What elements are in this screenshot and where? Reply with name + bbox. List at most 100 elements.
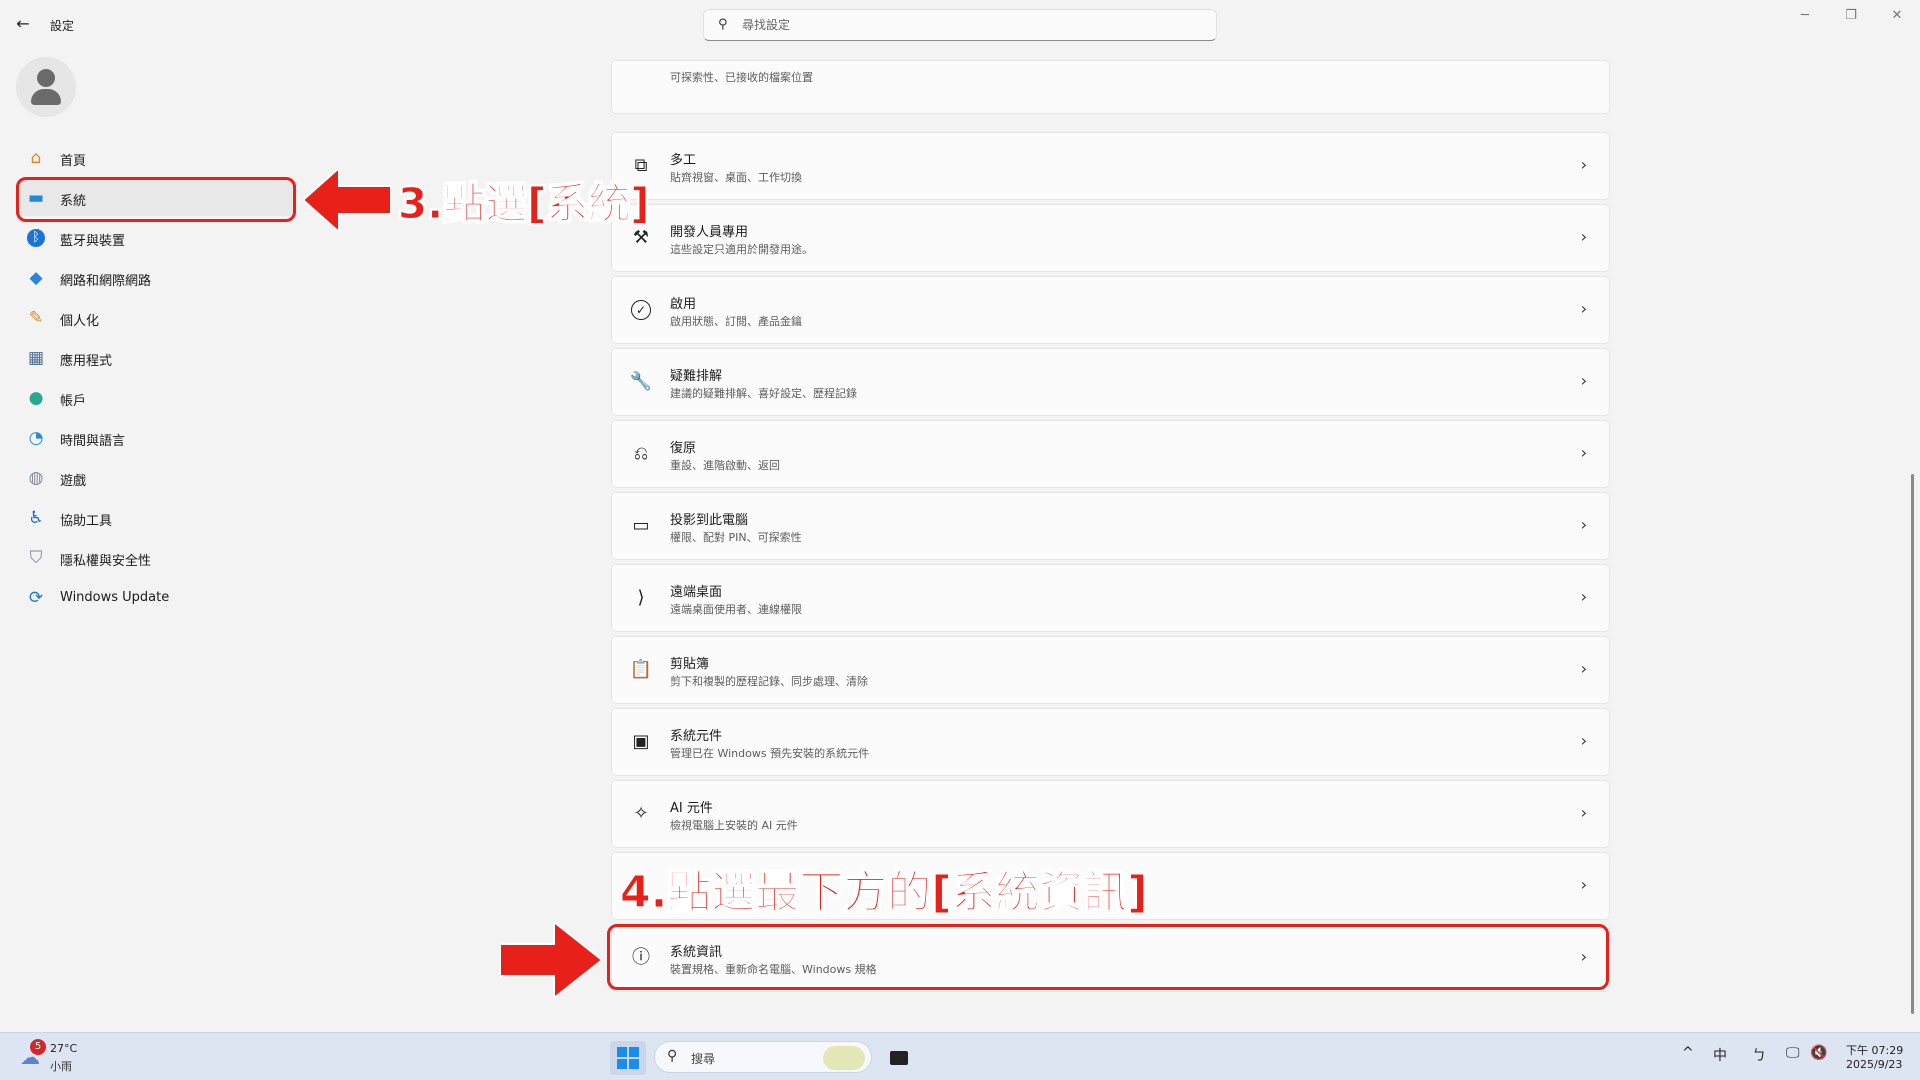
- sidebar-item-privacy[interactable]: ⛉ 隱私權與安全性: [16, 540, 296, 576]
- highlight-about-card: [607, 924, 1609, 990]
- windows-logo-icon: [617, 1047, 627, 1057]
- account-icon: ●: [28, 388, 44, 408]
- sidebar-item-label: 首頁: [60, 154, 87, 169]
- card-subtitle: 這些設定只適用於開發用途。: [670, 243, 813, 256]
- chevron-right-icon: ›: [1580, 731, 1587, 750]
- ime-indicator[interactable]: 中: [1713, 1045, 1727, 1065]
- card-title: 復原: [670, 441, 697, 456]
- projection-icon: ▭: [632, 515, 650, 536]
- sidebar-item-label: 藍牙與裝置: [60, 234, 126, 249]
- taskbar-search-label: 搜尋: [691, 1052, 716, 1066]
- sidebar-item-windows-update[interactable]: ⟳ Windows Update: [16, 580, 296, 616]
- windows-logo-icon: [629, 1047, 639, 1057]
- card-subtitle: 可探索性、已接收的檔案位置: [670, 71, 813, 84]
- restore-button[interactable]: ❐: [1828, 0, 1874, 32]
- clock-time[interactable]: 下午 07:29: [1846, 1042, 1903, 1058]
- sidebar-item-accessibility[interactable]: ♿ 協助工具: [16, 500, 296, 536]
- chevron-right-icon: ›: [1580, 299, 1587, 318]
- speaker-muted-icon[interactable]: 🔇: [1810, 1045, 1827, 1061]
- remote-desktop-icon: ⟩: [637, 587, 645, 608]
- card-subtitle: 管理已在 Windows 預先安裝的系統元件: [670, 747, 870, 760]
- card-title: 啟用: [670, 297, 697, 312]
- settings-search-input[interactable]: [742, 15, 1202, 35]
- components-icon: ▣: [632, 731, 650, 752]
- sidebar-item-label: 網路和網際網路: [60, 274, 152, 289]
- card-subtitle: 剪下和複製的歷程記錄、同步處理、清除: [670, 675, 868, 688]
- card-subtitle: 啟用狀態、訂閱、產品金鑰: [670, 315, 802, 328]
- settings-card-remote-desktop[interactable]: ⟩ 遠端桌面 遠端桌面使用者、連線權限 ›: [611, 564, 1610, 632]
- sidebar-item-label: 帳戶: [60, 394, 87, 409]
- back-arrow-icon[interactable]: ←: [12, 14, 34, 34]
- card-title: 投影到此電腦: [670, 513, 749, 528]
- card-title: 遠端桌面: [670, 585, 723, 600]
- chevron-right-icon: ›: [1580, 371, 1587, 390]
- sidebar-item-personalization[interactable]: ✎ 個人化: [16, 300, 296, 336]
- card-subtitle: 檢視電腦上安裝的 AI 元件: [670, 819, 798, 832]
- windows-logo-icon: [617, 1059, 627, 1069]
- card-title: 剪貼簿: [670, 657, 710, 672]
- windows-logo-icon: [629, 1059, 639, 1069]
- settings-card-recovery[interactable]: ⎌ 復原 重設、進階啟動、返回 ›: [611, 420, 1610, 488]
- card-title: 開發人員專用: [670, 225, 749, 240]
- sidebar-item-label: 遊戲: [60, 474, 87, 489]
- vertical-scrollbar[interactable]: [1911, 474, 1914, 1014]
- card-title: 多工: [670, 153, 697, 168]
- home-icon: ⌂: [30, 148, 42, 168]
- start-button[interactable]: [610, 1041, 646, 1075]
- wrench-icon: 🔧: [629, 371, 653, 392]
- search-icon: ⚲: [718, 17, 728, 32]
- settings-card-nearby-sharing[interactable]: 可探索性、已接收的檔案位置: [611, 60, 1610, 114]
- sidebar-item-label: 應用程式: [60, 354, 113, 369]
- sidebar-item-gaming[interactable]: ◍ 遊戲: [16, 460, 296, 496]
- wifi-icon: ◆: [29, 268, 43, 288]
- ime-mode-indicator[interactable]: ㄅ: [1752, 1045, 1766, 1065]
- tray-chevron-icon[interactable]: ^: [1682, 1045, 1694, 1061]
- sidebar-item-accounts[interactable]: ● 帳戶: [16, 380, 296, 416]
- sidebar-item-apps[interactable]: ▦ 應用程式: [16, 340, 296, 376]
- settings-card-activation[interactable]: ✓ 啟用 啟用狀態、訂閱、產品金鑰 ›: [611, 276, 1610, 344]
- sidebar-item-time-language[interactable]: ◔ 時間與語言: [16, 420, 296, 456]
- card-subtitle: 貼齊視窗、桌面、工作切換: [670, 171, 802, 184]
- close-button[interactable]: ✕: [1874, 0, 1920, 32]
- chevron-right-icon: ›: [1580, 443, 1587, 462]
- sidebar-item-label: 時間與語言: [60, 434, 126, 449]
- notification-badge: 5: [30, 1039, 46, 1055]
- taskbar-search[interactable]: ⚲ 搜尋: [654, 1041, 872, 1073]
- weather-temperature: 27°C: [50, 1042, 78, 1055]
- settings-search-box[interactable]: ⚲: [703, 9, 1217, 41]
- weather-description: 小雨: [50, 1060, 72, 1073]
- shield-icon: ⛉: [29, 548, 43, 568]
- settings-card-developers[interactable]: ⚒ 開發人員專用 這些設定只適用於開發用途。 ›: [611, 204, 1610, 272]
- sidebar-item-home[interactable]: ⌂ 首頁: [16, 140, 296, 176]
- settings-card-system-components[interactable]: ▣ 系統元件 管理已在 Windows 預先安裝的系統元件 ›: [611, 708, 1610, 776]
- avatar-head-icon: [37, 69, 55, 87]
- taskbar: ☁ 5 27°C 小雨 ⚲ 搜尋 ^ 中 ㄅ 🖵 🔇 下午 07:29 2025…: [0, 1032, 1920, 1080]
- clock-date[interactable]: 2025/9/23: [1846, 1058, 1902, 1071]
- chevron-right-icon: ›: [1580, 155, 1587, 174]
- user-avatar[interactable]: [16, 57, 76, 117]
- settings-card-projecting[interactable]: ▭ 投影到此電腦 權限、配對 PIN、可探索性 ›: [611, 492, 1610, 560]
- chevron-right-icon: ›: [1580, 659, 1587, 678]
- settings-card-ai-components[interactable]: ✧ AI 元件 檢視電腦上安裝的 AI 元件 ›: [611, 780, 1610, 848]
- card-subtitle: 權限、配對 PIN、可探索性: [670, 531, 802, 544]
- globe-clock-icon: ◔: [28, 428, 44, 448]
- chevron-right-icon: ›: [1580, 515, 1587, 534]
- sidebar-item-network[interactable]: ◆ 網路和網際網路: [16, 260, 296, 296]
- sidebar-item-bluetooth[interactable]: ᛒ 藍牙與裝置: [16, 220, 296, 256]
- chevron-right-icon: ›: [1580, 227, 1587, 246]
- app-window-icon: [890, 1051, 908, 1065]
- search-icon: ⚲: [667, 1048, 678, 1064]
- settings-card-multitasking[interactable]: ⧉ 多工 貼齊視窗、桌面、工作切換 ›: [611, 132, 1610, 200]
- taskbar-app-settings[interactable]: [882, 1041, 916, 1075]
- sidebar-item-label: 個人化: [60, 314, 100, 329]
- network-icon[interactable]: 🖵: [1786, 1045, 1800, 1061]
- settings-card-clipboard[interactable]: 📋 剪貼簿 剪下和複製的歷程記錄、同步處理、清除 ›: [611, 636, 1610, 704]
- minimize-button[interactable]: ─: [1782, 0, 1828, 32]
- sparkle-icon: ✧: [633, 803, 649, 824]
- sidebar-item-label: 隱私權與安全性: [60, 554, 152, 569]
- card-title: 系統元件: [670, 729, 723, 744]
- annotation-step-4: 4.點選最下方的[系統資訊]: [620, 867, 1149, 919]
- settings-card-troubleshoot[interactable]: 🔧 疑難排解 建議的疑難排解、喜好設定、歷程記錄 ›: [611, 348, 1610, 416]
- check-circle-icon: ✓: [631, 300, 651, 320]
- recovery-icon: ⎌: [633, 443, 649, 464]
